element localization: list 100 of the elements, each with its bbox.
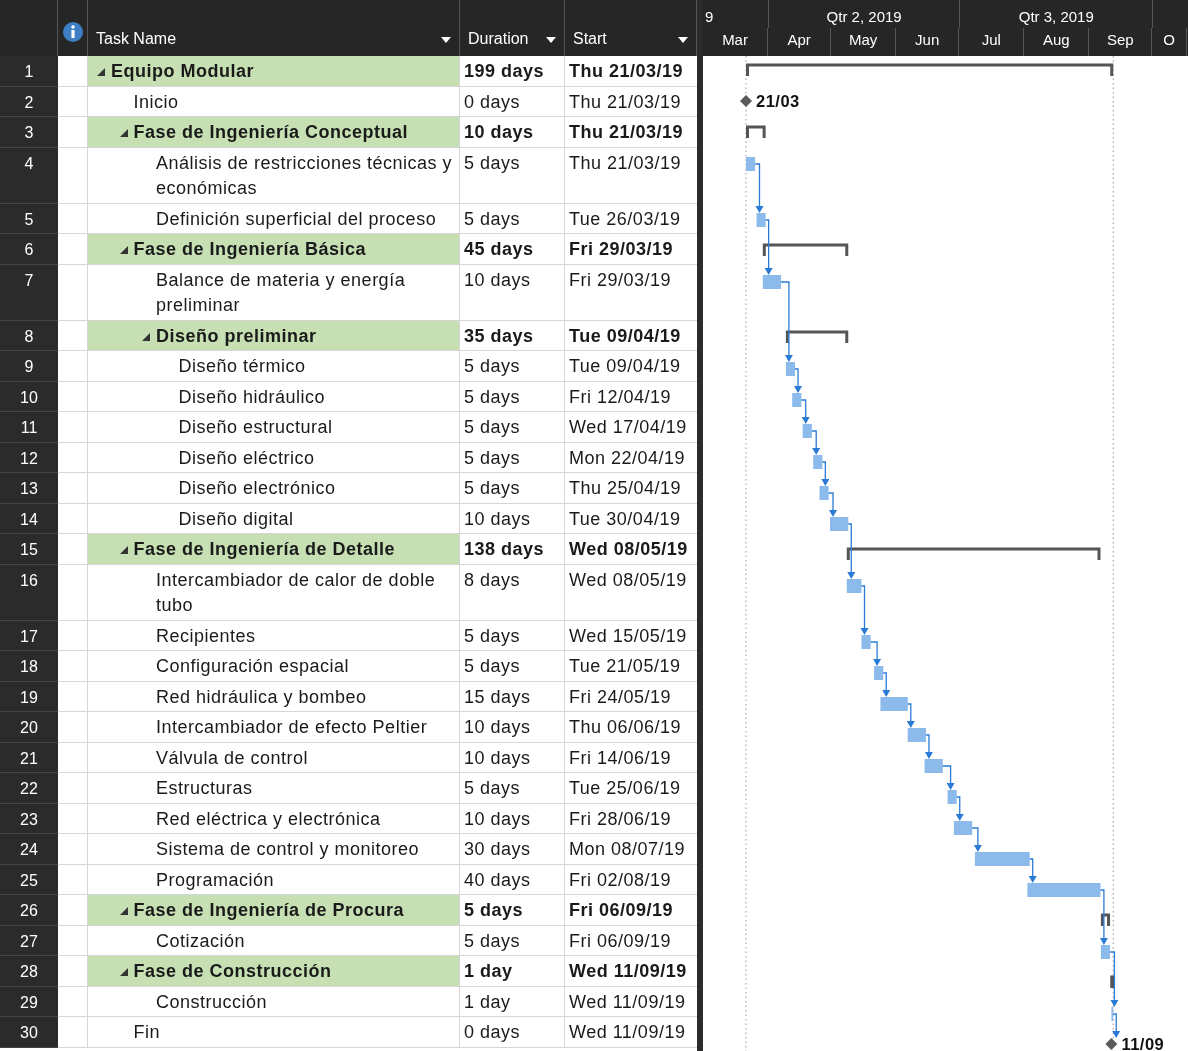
row-number: 28: [20, 963, 38, 980]
row-number: 12: [20, 449, 38, 467]
collapse-triangle-icon[interactable]: [119, 546, 128, 554]
start-date: Thu 06/06/19: [569, 717, 682, 737]
start-date: Thu 21/03/19: [569, 91, 682, 112]
start-date: Wed 11/09/19: [569, 961, 687, 981]
start-date: Wed 08/05/19: [569, 539, 688, 559]
row-number: 25: [20, 871, 38, 889]
duration: 5 days: [464, 478, 521, 498]
connector-arrow: [811, 430, 821, 455]
duration: 5 days: [464, 900, 524, 920]
task-bar: [813, 455, 823, 469]
duration: 5 days: [464, 417, 521, 437]
connector-arrow: [870, 641, 882, 666]
duration: 138 days: [464, 539, 545, 559]
duration: 10 days: [464, 747, 531, 768]
start-date: Tue 09/04/19: [569, 356, 681, 376]
start-date: Thu 25/04/19: [569, 478, 682, 498]
start-date: Fri 14/06/19: [569, 747, 672, 768]
caret-icon: [678, 37, 688, 43]
start-date: Fri 12/04/19: [569, 386, 672, 407]
row-number: 4: [24, 154, 34, 172]
duration: 5 days: [464, 625, 521, 646]
start-date: Fri 06/09/19: [569, 930, 672, 951]
start-date: Mon 22/04/19: [569, 447, 686, 468]
duration: 5 days: [464, 930, 521, 951]
start-date: Wed 08/05/19: [569, 569, 687, 590]
duration: 10 days: [464, 508, 531, 529]
start-date: Tue 26/03/19: [569, 208, 681, 229]
start-date: Fri 06/09/19: [569, 900, 674, 920]
row-number: 23: [20, 810, 38, 828]
column-header[interactable]: Duration: [460, 0, 565, 56]
task-bar: [819, 486, 829, 500]
month-label: Mar: [722, 31, 748, 48]
collapse-triangle-icon[interactable]: [97, 68, 105, 76]
task-name: Inicio: [133, 90, 179, 114]
caret-icon: [441, 37, 451, 43]
collapse-triangle-icon[interactable]: [119, 968, 128, 976]
month-label: May: [848, 31, 878, 48]
row-number: 27: [20, 932, 38, 950]
task-name: Diseño hidráulico: [178, 385, 326, 409]
task-name: Diseño estructural: [178, 416, 333, 439]
connector-arrow: [924, 734, 933, 759]
duration: 5 days: [464, 386, 521, 407]
task-bar: [924, 759, 943, 773]
row-number: 26: [20, 902, 38, 919]
row-number: 14: [20, 510, 38, 528]
start-date: Wed 17/04/19: [569, 417, 687, 437]
month-label: Sep: [1107, 31, 1134, 48]
row-number: 15: [20, 541, 38, 558]
month-label: O: [1163, 31, 1175, 48]
task-bar: [1111, 1007, 1114, 1021]
task-name: Diseño preliminar: [156, 324, 317, 348]
start-date: Wed 11/09/19: [569, 1022, 686, 1042]
task-name: Balance de materia y energía preliminar: [156, 268, 407, 317]
duration: 10 days: [464, 269, 531, 290]
duration: 199 days: [464, 61, 545, 81]
collapse-triangle-icon[interactable]: [119, 246, 128, 254]
connector-arrow: [800, 399, 810, 424]
collapse-triangle-icon[interactable]: [119, 129, 128, 137]
start-date: Fri 29/03/19: [569, 269, 672, 290]
row-number: 20: [20, 719, 38, 736]
task-name: Sistema de control y monitoreo: [156, 838, 420, 861]
task-name: Programación: [156, 868, 275, 892]
task-bar: [880, 697, 908, 711]
row-number: 5: [24, 210, 34, 228]
duration: 0 days: [464, 91, 521, 112]
start-date: Fri 24/05/19: [569, 686, 672, 707]
row-number: 9: [24, 358, 34, 375]
start-date: Tue 30/04/19: [569, 508, 681, 529]
task-bar: [785, 362, 796, 376]
row-number: 3: [24, 124, 34, 141]
connector-arrow: [754, 163, 764, 213]
duration: 8 days: [464, 569, 521, 590]
task-bar: [907, 728, 926, 742]
summary-bar: [785, 330, 849, 343]
connector-arrow: [1109, 951, 1119, 1007]
month-label: Apr: [787, 31, 811, 48]
start-date: Wed 15/05/19: [569, 625, 687, 646]
duration: 15 days: [464, 686, 531, 707]
start-date: Thu 21/03/19: [569, 152, 682, 173]
connector-arrow: [860, 585, 869, 635]
quarter-label: Qtr 2, 2019: [826, 8, 902, 25]
task-name: Fase de Ingeniería Básica: [133, 238, 367, 261]
start-date: Fri 28/06/19: [569, 808, 672, 829]
row-number: 30: [20, 1024, 38, 1041]
collapse-triangle-icon[interactable]: [119, 907, 128, 915]
task-name: Red hidráulica y bombeo: [156, 685, 367, 709]
start-date: Fri 29/03/19: [569, 239, 674, 259]
milestone-diamond: [1105, 1038, 1118, 1050]
task-bar: [974, 852, 1030, 866]
collapse-triangle-icon[interactable]: [142, 332, 150, 341]
task-name: Configuración espacial: [156, 655, 350, 678]
start-date: Thu 21/03/19: [569, 61, 684, 81]
summary-bar: [1110, 975, 1115, 988]
quarter-label: Qtr 3, 2019: [1018, 8, 1094, 25]
duration: 40 days: [464, 869, 531, 890]
task-name: Construcción: [156, 990, 268, 1014]
duration: 10 days: [464, 122, 534, 142]
month-label: Aug: [1042, 31, 1070, 48]
